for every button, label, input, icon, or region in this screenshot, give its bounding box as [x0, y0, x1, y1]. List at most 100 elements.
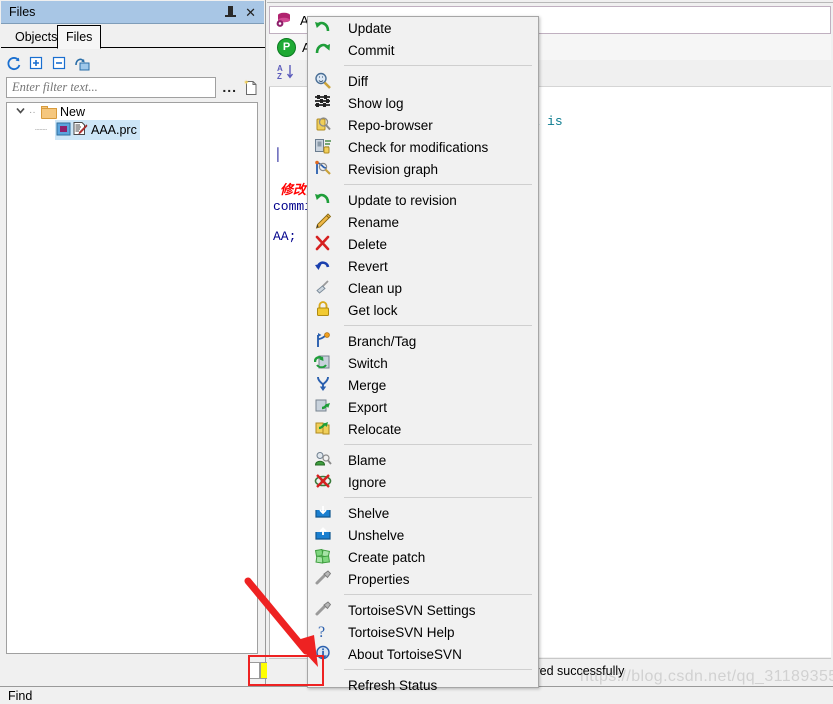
revert-undo-icon — [314, 257, 336, 275]
tree-node-new[interactable]: ·· New — [7, 103, 257, 121]
menu-group-modify: Update to revision Rename Delete Revert … — [308, 189, 538, 321]
search-input[interactable] — [6, 76, 217, 98]
menu-item-ignore[interactable]: Ignore — [308, 471, 538, 493]
menu-item-clean-up-label: Clean up — [348, 280, 403, 296]
menu-item-merge-label: Merge — [348, 377, 387, 393]
filter-more-button[interactable]: ... — [222, 79, 237, 95]
diff-magnifier-icon — [314, 72, 336, 90]
close-icon[interactable]: ✕ — [245, 6, 256, 19]
menu-separator — [344, 325, 532, 326]
revision-graph-icon — [314, 160, 336, 178]
pin-icon[interactable] — [225, 5, 237, 19]
menu-item-update-to-revision-label: Update to revision — [348, 192, 457, 208]
menu-item-branch-tag-label: Branch/Tag — [348, 333, 417, 349]
relocate-icon — [314, 420, 336, 438]
menu-item-diff-label: Diff — [348, 73, 369, 89]
menu-item-export-label: Export — [348, 399, 388, 415]
menu-group-shelve: Shelve Unshelve Create patch Properties — [308, 502, 538, 590]
ignore-icon — [314, 473, 336, 491]
svn-modified-badge-icon — [56, 122, 71, 139]
link-with-editor-icon[interactable] — [75, 56, 91, 72]
menu-item-properties-label: Properties — [348, 571, 410, 587]
menu-item-delete[interactable]: Delete — [308, 233, 538, 255]
menu-item-create-patch-label: Create patch — [348, 549, 426, 565]
tab-files[interactable]: Files — [57, 25, 102, 49]
file-tree[interactable]: ·· New ┈┈ AAA.prc — [6, 102, 258, 654]
dock-title-bar: Files ✕ — [1, 1, 264, 24]
new-file-icon[interactable] — [243, 79, 258, 96]
menu-group-sync: Update Commit — [308, 17, 538, 61]
update-to-revision-icon — [314, 191, 336, 209]
menu-group-refresh: Refresh Status — [308, 674, 538, 696]
menu-item-export[interactable]: Export — [308, 396, 538, 418]
tree-node-new-label: New — [60, 105, 86, 119]
menu-item-revision-graph-label: Revision graph — [348, 161, 439, 177]
menu-item-check-modifications-label: Check for modifications — [348, 139, 489, 155]
menu-item-blame[interactable]: Blame — [308, 449, 538, 471]
repo-browser-icon — [314, 116, 336, 134]
menu-item-tortoisesvn-settings[interactable]: TortoiseSVN Settings — [308, 599, 538, 621]
menu-item-revision-graph[interactable]: Revision graph — [308, 158, 538, 180]
menu-item-delete-label: Delete — [348, 236, 388, 252]
tree-dots: ┈┈ — [35, 124, 48, 136]
menu-item-check-modifications[interactable]: Check for modifications — [308, 136, 538, 158]
show-log-icon — [314, 94, 336, 112]
refresh-icon[interactable] — [6, 56, 22, 72]
create-patch-icon — [314, 548, 336, 566]
update-arrow-icon — [314, 19, 336, 37]
procedure-file-icon — [72, 121, 88, 139]
menu-item-revert[interactable]: Revert — [308, 255, 538, 277]
menu-item-switch[interactable]: Switch — [308, 352, 538, 374]
sort-az-icon[interactable]: A Z — [277, 63, 295, 84]
get-lock-icon — [314, 301, 336, 319]
clean-up-broom-icon — [314, 279, 336, 297]
tortoisesvn-context-menu[interactable]: Update Commit Diff Show log Repo-browser… — [307, 16, 539, 693]
menu-item-properties[interactable]: Properties — [308, 568, 538, 590]
menu-item-diff[interactable]: Diff — [308, 70, 538, 92]
menu-item-clean-up[interactable]: Clean up — [308, 277, 538, 299]
menu-item-repo-browser[interactable]: Repo-browser — [308, 114, 538, 136]
tree-node-aaa-prc[interactable]: ┈┈ AAA.prc — [7, 120, 257, 140]
expand-all-icon[interactable] — [29, 56, 45, 72]
tree-dots: ·· — [29, 106, 36, 118]
menu-item-get-lock[interactable]: Get lock — [308, 299, 538, 321]
menu-group-app: TortoiseSVN Settings ? TortoiseSVN Help — [308, 599, 538, 665]
menu-item-about-tortoisesvn[interactable]: About TortoiseSVN — [308, 643, 538, 665]
menu-item-tortoisesvn-help-label: TortoiseSVN Help — [348, 624, 455, 640]
menu-item-shelve[interactable]: Shelve — [308, 502, 538, 524]
file-status-strip — [6, 658, 258, 680]
menu-item-about-tortoisesvn-label: About TortoiseSVN — [348, 646, 462, 662]
merge-icon — [314, 376, 336, 394]
menu-item-ignore-label: Ignore — [348, 474, 387, 490]
chevron-down-icon[interactable] — [15, 105, 29, 119]
menu-item-unshelve-label: Unshelve — [348, 527, 405, 543]
menu-item-show-log-label: Show log — [348, 95, 404, 111]
svg-text:Z: Z — [277, 72, 282, 81]
menu-item-blame-label: Blame — [348, 452, 387, 468]
menu-item-commit-label: Commit — [348, 42, 395, 58]
menu-item-get-lock-label: Get lock — [348, 302, 398, 318]
find-bar-label: Find — [8, 688, 33, 703]
menu-item-show-log[interactable]: Show log — [308, 92, 538, 114]
export-icon — [314, 398, 336, 416]
code-line-end: AA; — [273, 229, 297, 244]
menu-item-branch-tag[interactable]: Branch/Tag — [308, 330, 538, 352]
menu-item-commit[interactable]: Commit — [308, 39, 538, 61]
menu-item-rename[interactable]: Rename — [308, 211, 538, 233]
menu-item-tortoisesvn-help[interactable]: ? TortoiseSVN Help — [308, 621, 538, 643]
menu-item-tortoisesvn-settings-label: TortoiseSVN Settings — [348, 602, 476, 618]
menu-item-create-patch[interactable]: Create patch — [308, 546, 538, 568]
session-badge-icon: P — [277, 37, 296, 57]
properties-icon — [314, 570, 336, 588]
collapse-all-icon[interactable] — [52, 56, 68, 72]
menu-item-update[interactable]: Update — [308, 17, 538, 39]
filter-row: ... — [6, 76, 258, 98]
menu-item-refresh-status[interactable]: Refresh Status — [308, 674, 538, 696]
menu-item-merge[interactable]: Merge — [308, 374, 538, 396]
menu-separator — [344, 594, 532, 595]
menu-item-unshelve[interactable]: Unshelve — [308, 524, 538, 546]
menu-separator — [344, 444, 532, 445]
delete-x-icon — [314, 235, 336, 253]
menu-item-relocate[interactable]: Relocate — [308, 418, 538, 440]
menu-item-update-to-revision[interactable]: Update to revision — [308, 189, 538, 211]
